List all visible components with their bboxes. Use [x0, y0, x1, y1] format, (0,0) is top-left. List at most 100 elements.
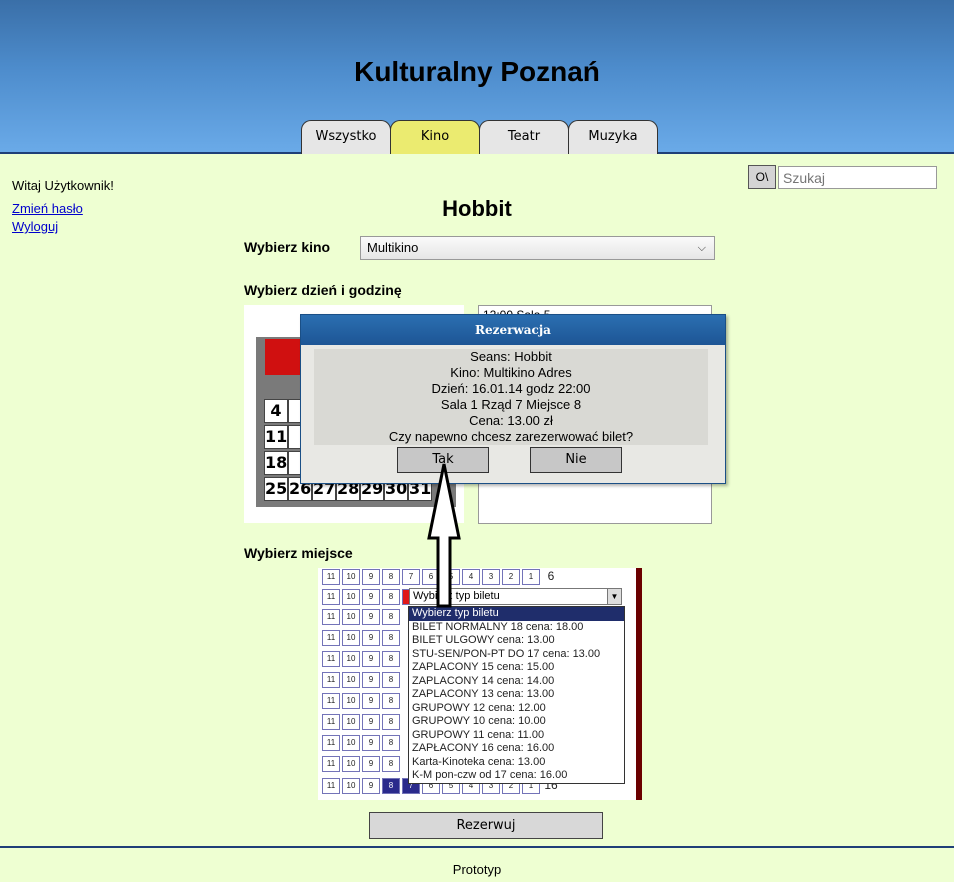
- arrow-annotation-icon: [427, 463, 461, 608]
- seat[interactable]: 2: [502, 569, 520, 585]
- ticket-option[interactable]: K-M pon-czw od 17 cena: 16.00: [409, 769, 624, 783]
- seat[interactable]: 8: [382, 651, 400, 667]
- seat[interactable]: 9: [362, 630, 380, 646]
- seat[interactable]: 9: [362, 672, 380, 688]
- seat[interactable]: 11: [322, 589, 340, 605]
- seat[interactable]: 10: [342, 651, 360, 667]
- ticket-option[interactable]: GRUPOWY 11 cena: 11.00: [409, 729, 624, 743]
- seat[interactable]: 10: [342, 693, 360, 709]
- seat[interactable]: 10: [342, 672, 360, 688]
- seat[interactable]: 8: [382, 609, 400, 625]
- seat[interactable]: 11: [322, 756, 340, 772]
- seat[interactable]: 10: [342, 569, 360, 585]
- chevron-down-icon: ⌵: [697, 242, 706, 254]
- seat[interactable]: 8: [382, 672, 400, 688]
- seat[interactable]: 8: [382, 735, 400, 751]
- seat[interactable]: 10: [342, 735, 360, 751]
- date-label: Wybierz dzień i godzinę: [244, 282, 402, 298]
- ticket-option[interactable]: ZAPLACONY 14 cena: 14.00: [409, 675, 624, 689]
- cinema-select[interactable]: Multikino ⌵: [360, 236, 715, 260]
- header: Kulturalny Poznań Wszystko Kino Teatr Mu…: [0, 0, 954, 154]
- ticket-option[interactable]: GRUPOWY 12 cena: 12.00: [409, 702, 624, 716]
- seat-row: 11 10 9 8: [322, 609, 402, 625]
- ticket-option[interactable]: BILET ULGOWY cena: 13.00: [409, 634, 624, 648]
- seat[interactable]: 8: [382, 778, 400, 794]
- ticket-option[interactable]: BILET NORMALNY 18 cena: 18.00: [409, 621, 624, 635]
- page-title: Hobbit: [442, 196, 512, 221]
- ticket-option[interactable]: GRUPOWY 10 cena: 10.00: [409, 715, 624, 729]
- seat[interactable]: 8: [382, 714, 400, 730]
- confirm-no-button[interactable]: Nie: [530, 447, 622, 473]
- seat[interactable]: 11: [322, 735, 340, 751]
- calendar-day[interactable]: 25: [264, 477, 288, 501]
- seat[interactable]: 9: [362, 651, 380, 667]
- ticket-type-dropdown[interactable]: Wybierz typ biletu BILET NORMALNY 18 cen…: [408, 606, 625, 784]
- dialog-title: Rezerwacja: [301, 315, 725, 345]
- seat[interactable]: 10: [342, 714, 360, 730]
- calendar-day[interactable]: 4: [264, 399, 288, 423]
- seat[interactable]: 11: [322, 693, 340, 709]
- seat[interactable]: 8: [382, 589, 400, 605]
- seat[interactable]: 9: [362, 756, 380, 772]
- dialog-line: Cena: 13.00 zł: [469, 413, 553, 428]
- seat[interactable]: 8: [382, 569, 400, 585]
- seat[interactable]: 10: [342, 609, 360, 625]
- seat[interactable]: 11: [322, 630, 340, 646]
- tab-muzyka[interactable]: Muzyka: [568, 120, 658, 154]
- seat-row-number: 6: [542, 569, 560, 585]
- dropdown-arrow-icon[interactable]: ▼: [607, 589, 621, 604]
- seat[interactable]: 10: [342, 589, 360, 605]
- seat-row: 11 10 9 8: [322, 693, 402, 709]
- seat[interactable]: 9: [362, 778, 380, 794]
- tab-wszystko[interactable]: Wszystko: [301, 120, 391, 154]
- seat[interactable]: 9: [362, 589, 380, 605]
- footer-divider: [0, 846, 954, 848]
- ticket-option[interactable]: ZAPLACONY 15 cena: 15.00: [409, 661, 624, 675]
- seat-row: 11 10 9 8: [322, 735, 402, 751]
- dialog-line: Seans: Hobbit: [470, 349, 552, 364]
- footer-text: Prototyp: [452, 862, 502, 877]
- seat[interactable]: 11: [322, 651, 340, 667]
- seat[interactable]: 8: [382, 630, 400, 646]
- seat-row: 11 10 9 8: [322, 672, 402, 688]
- cinema-select-value: Multikino: [367, 240, 419, 255]
- seat[interactable]: 11: [322, 672, 340, 688]
- search-button[interactable]: O\: [748, 165, 776, 189]
- seat[interactable]: 10: [342, 778, 360, 794]
- seat-row: 11 10 9 8 8: [322, 589, 422, 605]
- ticket-option[interactable]: Wybierz typ biletu: [409, 607, 624, 621]
- ticket-option[interactable]: ZAPLACONY 13 cena: 13.00: [409, 688, 624, 702]
- tab-kino[interactable]: Kino: [390, 120, 480, 154]
- seat[interactable]: 1: [522, 569, 540, 585]
- seat[interactable]: 9: [362, 569, 380, 585]
- site-title: Kulturalny Poznań: [354, 56, 600, 87]
- reservation-dialog: Rezerwacja Seans: Hobbit Kino: Multikino…: [300, 314, 726, 484]
- seat[interactable]: 7: [402, 569, 420, 585]
- seat[interactable]: 10: [342, 630, 360, 646]
- seat[interactable]: 9: [362, 735, 380, 751]
- seat[interactable]: 11: [322, 609, 340, 625]
- seat[interactable]: 8: [382, 693, 400, 709]
- seat[interactable]: 10: [342, 756, 360, 772]
- seat[interactable]: 8: [382, 756, 400, 772]
- tab-teatr[interactable]: Teatr: [479, 120, 569, 154]
- calendar-day[interactable]: 11: [264, 425, 288, 449]
- welcome-text: Witaj Użytkownik!: [12, 178, 114, 193]
- seat[interactable]: 11: [322, 714, 340, 730]
- search-input[interactable]: [778, 166, 937, 189]
- seat[interactable]: 9: [362, 714, 380, 730]
- seat[interactable]: 9: [362, 609, 380, 625]
- calendar-day[interactable]: 18: [264, 451, 288, 475]
- ticket-option[interactable]: STU-SEN/PON-PT DO 17 cena: 13.00: [409, 648, 624, 662]
- screen-bar: [636, 568, 642, 800]
- seat[interactable]: 11: [322, 569, 340, 585]
- calendar-header: [265, 339, 305, 375]
- ticket-option[interactable]: Karta-Kinoteka cena: 13.00: [409, 756, 624, 770]
- dialog-body: Seans: Hobbit Kino: Multikino Adres Dzie…: [314, 349, 708, 445]
- seat[interactable]: 9: [362, 693, 380, 709]
- seat[interactable]: 11: [322, 778, 340, 794]
- reserve-button[interactable]: Rezerwuj: [369, 812, 603, 839]
- seat-row: 11 10 9 8: [322, 630, 402, 646]
- ticket-option[interactable]: ZAPŁACONY 16 cena: 16.00: [409, 742, 624, 756]
- seat[interactable]: 3: [482, 569, 500, 585]
